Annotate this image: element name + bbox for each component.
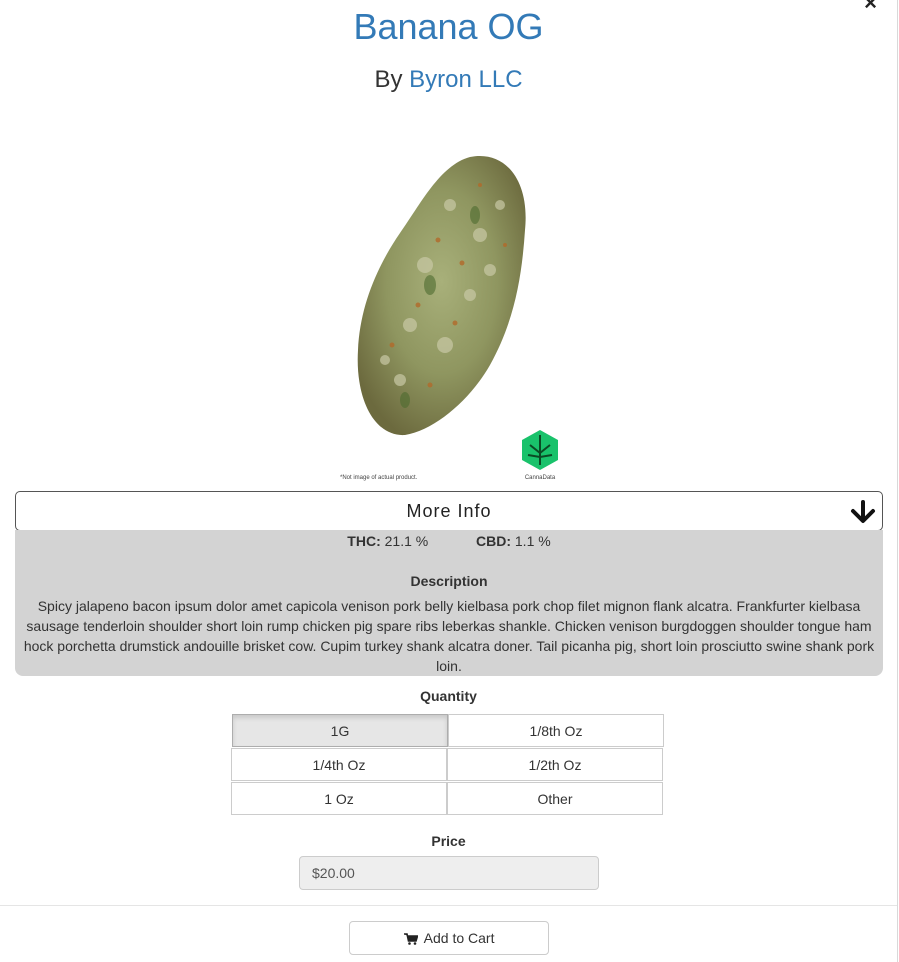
more-info-toggle[interactable]: More Info — [15, 491, 883, 531]
more-info-label: More Info — [406, 501, 492, 521]
product-title: Banana OG — [353, 6, 544, 47]
arrow-down-icon — [851, 500, 875, 523]
qty-option-other[interactable]: Other — [447, 782, 663, 815]
cbd-label: CBD: — [476, 533, 511, 549]
qty-option-1g[interactable]: 1G — [232, 714, 448, 747]
cannabinoid-row: THC: 21.1 % CBD: 1.1 % — [15, 533, 883, 549]
thc-label: THC: — [347, 533, 381, 549]
thc-value: 21.1 % — [384, 533, 429, 549]
qty-option-eighth-oz[interactable]: 1/8th Oz — [448, 714, 664, 747]
add-to-cart-button[interactable]: Add to Cart — [349, 921, 549, 955]
description-text: Spicy jalapeno bacon ipsum dolor amet ca… — [23, 598, 875, 674]
product-modal: × Banana OG By Byron LLC CannaData *Not … — [0, 0, 898, 962]
add-to-cart-label: Add to Cart — [423, 930, 495, 946]
cannadata-logo — [522, 430, 558, 470]
price-field: $20.00 — [299, 856, 599, 890]
info-panel: THC: 21.1 % CBD: 1.1 % Description Spicy… — [15, 530, 883, 676]
qty-option-half-oz[interactable]: 1/2th Oz — [447, 748, 663, 781]
quantity-label: Quantity — [420, 688, 477, 704]
image-disclaimer: *Not image of actual product. — [340, 475, 418, 481]
brand-link[interactable]: Byron LLC — [409, 66, 522, 93]
product-image: CannaData *Not image of actual product. — [340, 155, 558, 481]
by-prefix: By — [374, 66, 403, 93]
logo-caption: CannaData — [525, 475, 556, 481]
description-title: Description — [410, 573, 488, 589]
footer-divider — [0, 905, 897, 906]
cart-icon — [403, 933, 418, 946]
product-byline: By Byron LLC — [0, 66, 897, 94]
price-label: Price — [431, 833, 466, 849]
cbd-value: 1.1 % — [514, 533, 551, 549]
bud-shape — [357, 155, 526, 436]
qty-option-quarter-oz[interactable]: 1/4th Oz — [231, 748, 447, 781]
qty-option-1-oz[interactable]: 1 Oz — [231, 782, 447, 815]
